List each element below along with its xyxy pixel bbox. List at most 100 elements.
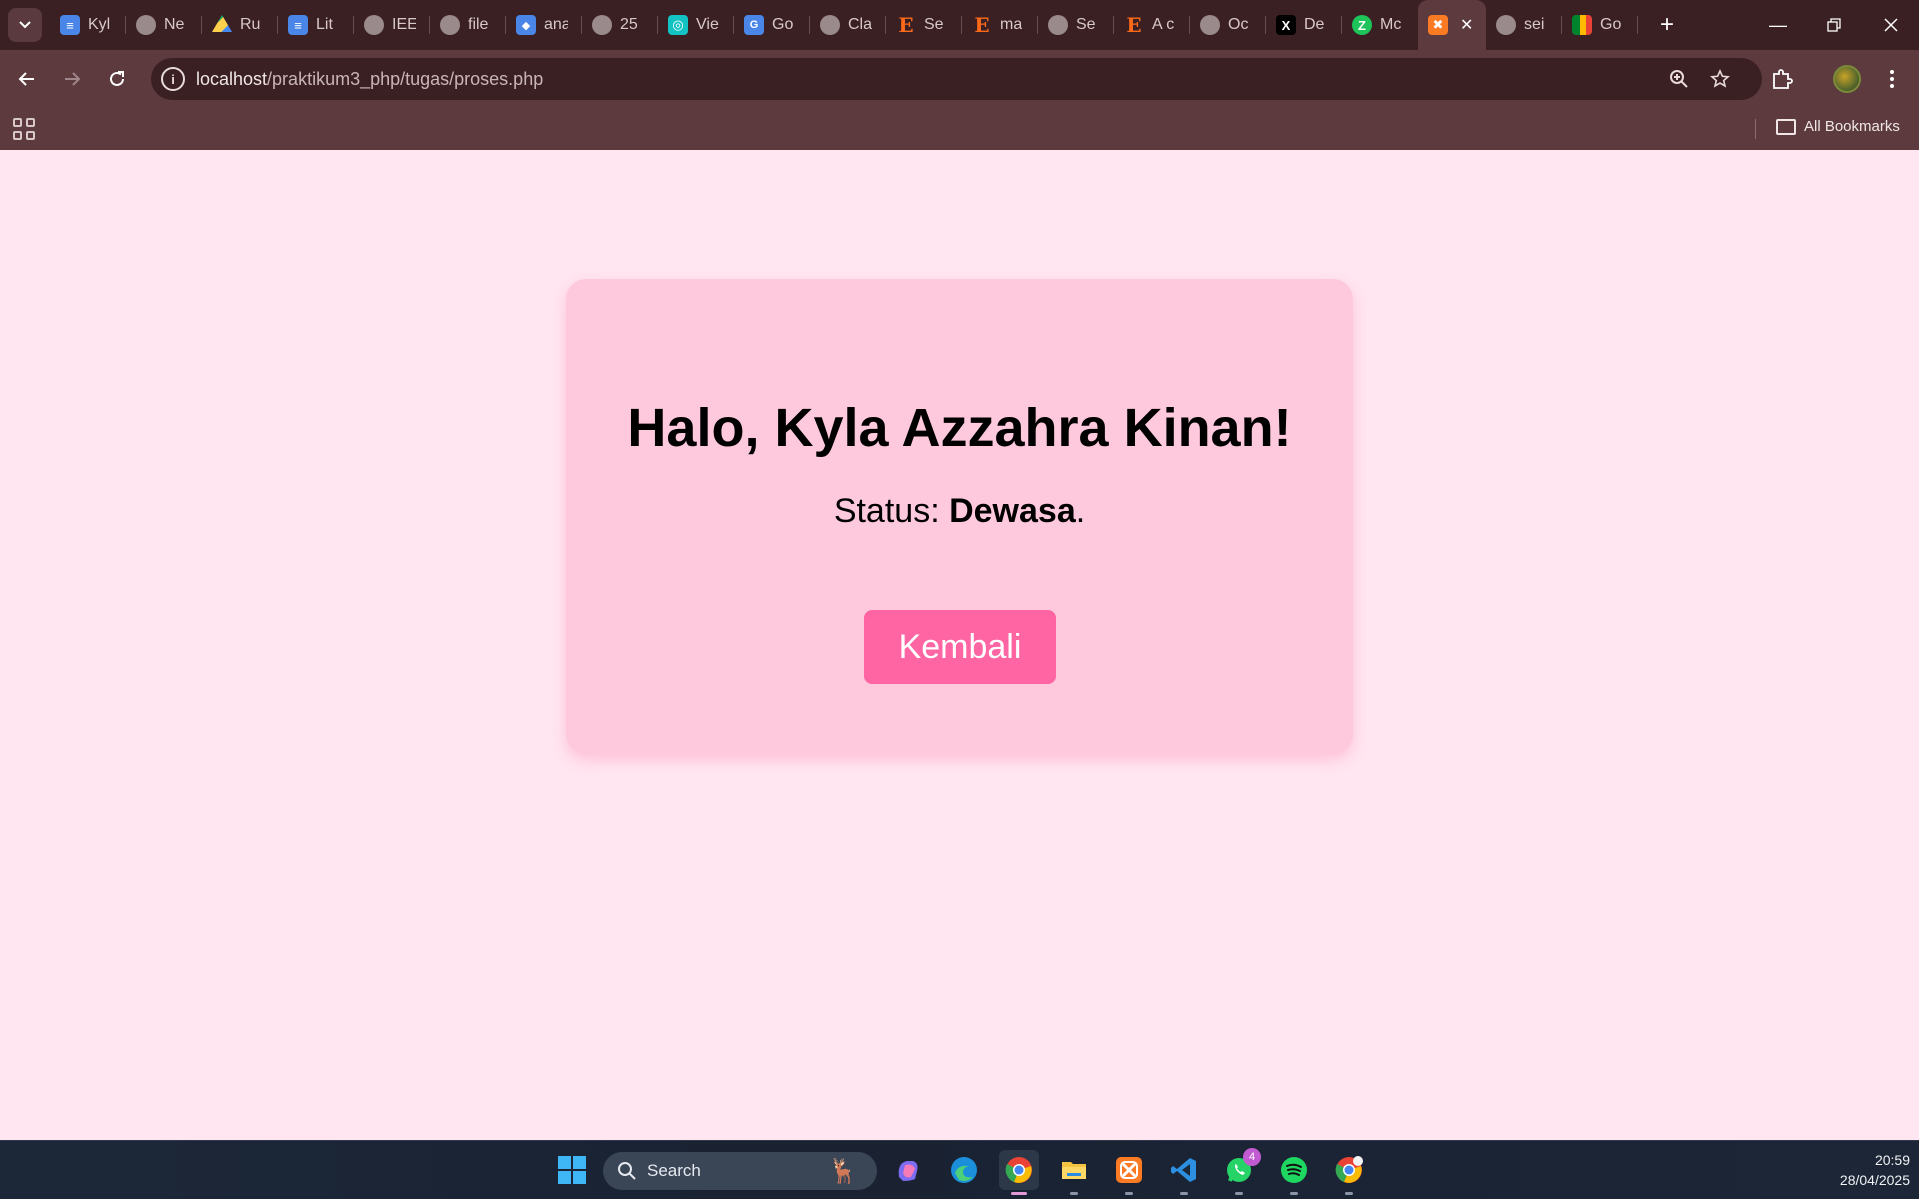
tab-label: Mc bbox=[1380, 16, 1402, 33]
extensions-button[interactable] bbox=[1764, 61, 1800, 97]
tab-label: Se bbox=[1076, 16, 1096, 33]
close-window-button[interactable] bbox=[1863, 0, 1919, 50]
tab-list: ≡ Kyl Ne Ru ≡ Lit IEE file ◆ ana 25 ◎ Vie G Go Cla E Se Em… bbox=[50, 0, 1638, 50]
taskbar-search[interactable]: Search 🦌 bbox=[603, 1152, 877, 1190]
back-nav-button[interactable] bbox=[9, 61, 45, 97]
tab[interactable]: ◆ ana bbox=[506, 0, 582, 50]
tab-label: Ru bbox=[240, 16, 261, 33]
tab[interactable]: file bbox=[430, 0, 506, 50]
more-vertical-icon bbox=[1890, 70, 1894, 88]
green-icon: Z bbox=[1352, 15, 1372, 35]
zoom-in-icon bbox=[1670, 70, 1688, 88]
spotify-icon bbox=[1281, 1157, 1307, 1183]
tab[interactable]: ◎ Vie bbox=[658, 0, 734, 50]
tab[interactable]: Oc bbox=[1190, 0, 1266, 50]
tab-label: Go bbox=[1600, 16, 1622, 33]
copilot-icon bbox=[898, 1161, 918, 1181]
tab-label: ma bbox=[1000, 16, 1023, 33]
tab-label: Ne bbox=[164, 16, 185, 33]
tab[interactable]: Cla bbox=[810, 0, 886, 50]
tab-label: A c bbox=[1152, 16, 1175, 33]
tab[interactable]: EA c bbox=[1114, 0, 1190, 50]
tab[interactable]: Z Mc bbox=[1342, 0, 1418, 50]
tab[interactable]: Ne bbox=[126, 0, 202, 50]
tab-label: Vie bbox=[696, 16, 719, 33]
url-host: localhost bbox=[196, 69, 268, 89]
tab-label: Oc bbox=[1228, 16, 1249, 33]
docs-icon: ≡ bbox=[288, 15, 308, 35]
e-icon: E bbox=[974, 13, 990, 37]
translate-icon: G bbox=[744, 15, 764, 35]
xampp-icon: ✖ bbox=[1428, 15, 1448, 35]
meet-icon bbox=[1572, 15, 1592, 35]
tab[interactable]: ≡ Kyl bbox=[50, 0, 126, 50]
taskbar-chrome-profile[interactable] bbox=[1329, 1150, 1369, 1195]
browser-menu-button[interactable] bbox=[1874, 61, 1910, 97]
back-button[interactable]: Kembali bbox=[864, 610, 1056, 684]
taskbar-spotify[interactable] bbox=[1274, 1150, 1314, 1195]
folder-app-icon bbox=[1062, 1162, 1086, 1179]
chrome-icon bbox=[1005, 1157, 1032, 1183]
taskbar-edge[interactable] bbox=[944, 1150, 984, 1190]
profile-avatar[interactable] bbox=[1833, 65, 1861, 93]
chrome-icon bbox=[136, 15, 156, 35]
tab-label: Cla bbox=[848, 16, 872, 33]
tab[interactable]: Go bbox=[1562, 0, 1638, 50]
tab-label: file bbox=[468, 16, 489, 33]
tab-search-button[interactable] bbox=[8, 8, 42, 42]
apps-grid-icon[interactable] bbox=[12, 117, 36, 141]
tab[interactable]: Ema bbox=[962, 0, 1038, 50]
minimize-button[interactable]: — bbox=[1750, 0, 1806, 50]
bookmark-star-button[interactable] bbox=[1707, 66, 1733, 92]
tab[interactable]: sei bbox=[1486, 0, 1562, 50]
x-icon: X bbox=[1276, 15, 1296, 35]
url-path: /praktikum3_php/tugas/proses.php bbox=[267, 69, 544, 89]
tab-label: sei bbox=[1524, 16, 1545, 33]
taskbar-file-explorer[interactable] bbox=[1054, 1150, 1094, 1195]
globe-icon bbox=[1200, 15, 1220, 35]
site-info-icon[interactable]: i bbox=[161, 67, 185, 91]
taskbar-chrome[interactable] bbox=[999, 1150, 1039, 1195]
taskbar: Search 🦌 4 20:59 28/04/2025 bbox=[0, 1140, 1919, 1199]
tab[interactable]: IEE bbox=[354, 0, 430, 50]
start-button[interactable] bbox=[552, 1150, 592, 1190]
chrome-profile-icon bbox=[1335, 1156, 1363, 1183]
address-bar[interactable]: i localhost/praktikum3_php/tugas/proses.… bbox=[151, 58, 1762, 100]
tab-label: IEE bbox=[392, 16, 416, 33]
vscode-icon bbox=[1171, 1158, 1196, 1182]
tab[interactable]: Se bbox=[1038, 0, 1114, 50]
tab-close-icon[interactable]: ✕ bbox=[1460, 15, 1473, 35]
taskbar-whatsapp[interactable]: 4 bbox=[1219, 1148, 1261, 1195]
all-bookmarks-button[interactable]: All Bookmarks bbox=[1776, 118, 1900, 135]
tab[interactable]: E Se bbox=[886, 0, 962, 50]
taskbar-vscode[interactable] bbox=[1164, 1150, 1204, 1195]
restore-button[interactable] bbox=[1806, 0, 1862, 50]
result-card: Halo, Kyla Azzahra Kinan! Status: Dewasa… bbox=[566, 279, 1353, 754]
url-text[interactable]: localhost/praktikum3_php/tugas/proses.ph… bbox=[196, 69, 543, 90]
tab-label: 25 bbox=[620, 16, 638, 33]
tab[interactable]: 25 bbox=[582, 0, 658, 50]
notification-badge: 4 bbox=[1243, 1148, 1261, 1166]
globe-icon bbox=[364, 15, 384, 35]
globe-icon bbox=[820, 15, 840, 35]
zoom-button[interactable] bbox=[1666, 66, 1692, 92]
taskbar-copilot[interactable] bbox=[888, 1150, 928, 1190]
new-tab-button[interactable]: + bbox=[1650, 8, 1684, 42]
tab[interactable]: X De bbox=[1266, 0, 1342, 50]
reload-icon bbox=[110, 71, 124, 86]
forward-nav-button[interactable] bbox=[54, 61, 90, 97]
search-highlight-icon: 🦌 bbox=[828, 1157, 858, 1185]
star-icon bbox=[1710, 69, 1730, 88]
edge-icon bbox=[951, 1157, 977, 1183]
status-prefix: Status: bbox=[833, 492, 950, 530]
taskbar-xampp[interactable] bbox=[1109, 1150, 1149, 1195]
tab[interactable]: Ru bbox=[202, 0, 278, 50]
clock-time: 20:59 bbox=[1874, 1152, 1910, 1168]
e-icon: E bbox=[1126, 13, 1142, 37]
tab[interactable]: G Go bbox=[734, 0, 810, 50]
reload-button[interactable] bbox=[99, 61, 135, 97]
system-clock[interactable]: 20:59 28/04/2025 bbox=[1800, 1150, 1910, 1190]
tab[interactable]: ≡ Lit bbox=[278, 0, 354, 50]
windows-icon bbox=[558, 1156, 586, 1184]
tab-active[interactable]: ✖ ✕ bbox=[1418, 0, 1486, 50]
